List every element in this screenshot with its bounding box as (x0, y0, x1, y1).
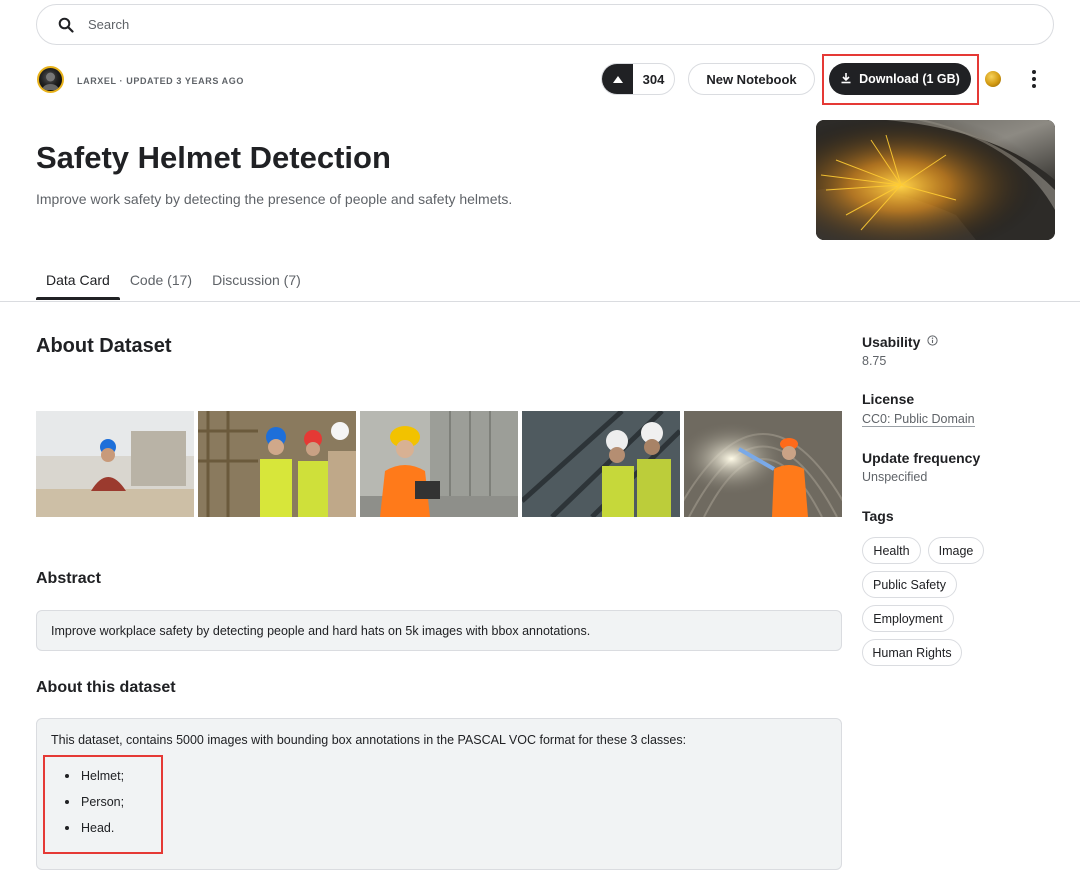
caret-up-icon (612, 70, 623, 88)
medal-icon (985, 71, 1001, 87)
tag-chip-health[interactable]: Health (862, 537, 921, 564)
upvote-button[interactable] (602, 64, 633, 94)
tab-divider (0, 301, 1080, 302)
gallery-image-5[interactable] (684, 411, 842, 517)
download-button[interactable]: Download (1 GB) (829, 63, 971, 95)
dataset-tabs: Data Card Code (17) Discussion (7) (36, 266, 311, 300)
classes-list: Helmet; Person; Head. (65, 769, 827, 847)
about-this-dataset-box: This dataset, contains 5000 images with … (36, 718, 842, 870)
dataset-cover-image (816, 120, 1055, 240)
tab-data-card[interactable]: Data Card (36, 266, 120, 300)
usability-label: Usability (862, 333, 938, 350)
search-icon (57, 16, 75, 34)
about-this-dataset-text: This dataset, contains 5000 images with … (51, 733, 687, 747)
gallery-image-2[interactable] (198, 411, 356, 517)
page-title: Safety Helmet Detection (36, 140, 391, 175)
about-this-dataset-heading: About this dataset (36, 679, 176, 696)
license-value: CC0: Public Domain (862, 412, 975, 427)
abstract-box: Improve workplace safety by detecting pe… (36, 610, 842, 651)
vote-count: 304 (642, 71, 665, 87)
gallery-image-4[interactable] (522, 411, 680, 517)
gallery-image-1[interactable] (36, 411, 194, 517)
kebab-menu-icon[interactable] (1025, 68, 1043, 90)
tags-label: Tags (862, 508, 894, 524)
list-item: Person; (65, 795, 827, 821)
download-icon (840, 72, 852, 87)
download-label: Download (1 GB) (859, 72, 960, 86)
list-item: Helmet; (65, 769, 827, 795)
tab-code[interactable]: Code (17) (120, 266, 202, 299)
info-icon[interactable] (927, 333, 938, 346)
image-gallery (36, 411, 842, 517)
tag-chip-image[interactable]: Image (928, 537, 984, 564)
search-bar[interactable] (36, 4, 1054, 45)
usability-value: 8.75 (862, 354, 887, 368)
tab-discussion[interactable]: Discussion (7) (202, 266, 311, 299)
search-input[interactable] (88, 17, 988, 32)
tag-chip-human-rights[interactable]: Human Rights (862, 639, 962, 666)
license-label: License (862, 391, 915, 407)
page-subtitle: Improve work safety by detecting the pre… (36, 191, 513, 207)
tag-chip-employment[interactable]: Employment (862, 605, 954, 632)
update-frequency-label: Update frequency (862, 450, 981, 466)
abstract-text: Improve workplace safety by detecting pe… (51, 624, 591, 638)
list-item: Head. (65, 821, 827, 847)
tag-chip-public-safety[interactable]: Public Safety (862, 571, 957, 598)
gallery-image-3[interactable] (360, 411, 518, 517)
author-updated-line: LARXEL · UPDATED 3 YEARS AGO (77, 76, 244, 86)
update-frequency-value: Unspecified (862, 470, 928, 484)
abstract-heading: Abstract (36, 570, 101, 587)
author-avatar[interactable] (37, 66, 64, 93)
new-notebook-button[interactable]: New Notebook (688, 63, 815, 95)
upvote-control[interactable]: 304 (601, 63, 675, 95)
license-link[interactable]: CC0: Public Domain (862, 412, 975, 427)
about-dataset-heading: About Dataset (36, 335, 172, 357)
